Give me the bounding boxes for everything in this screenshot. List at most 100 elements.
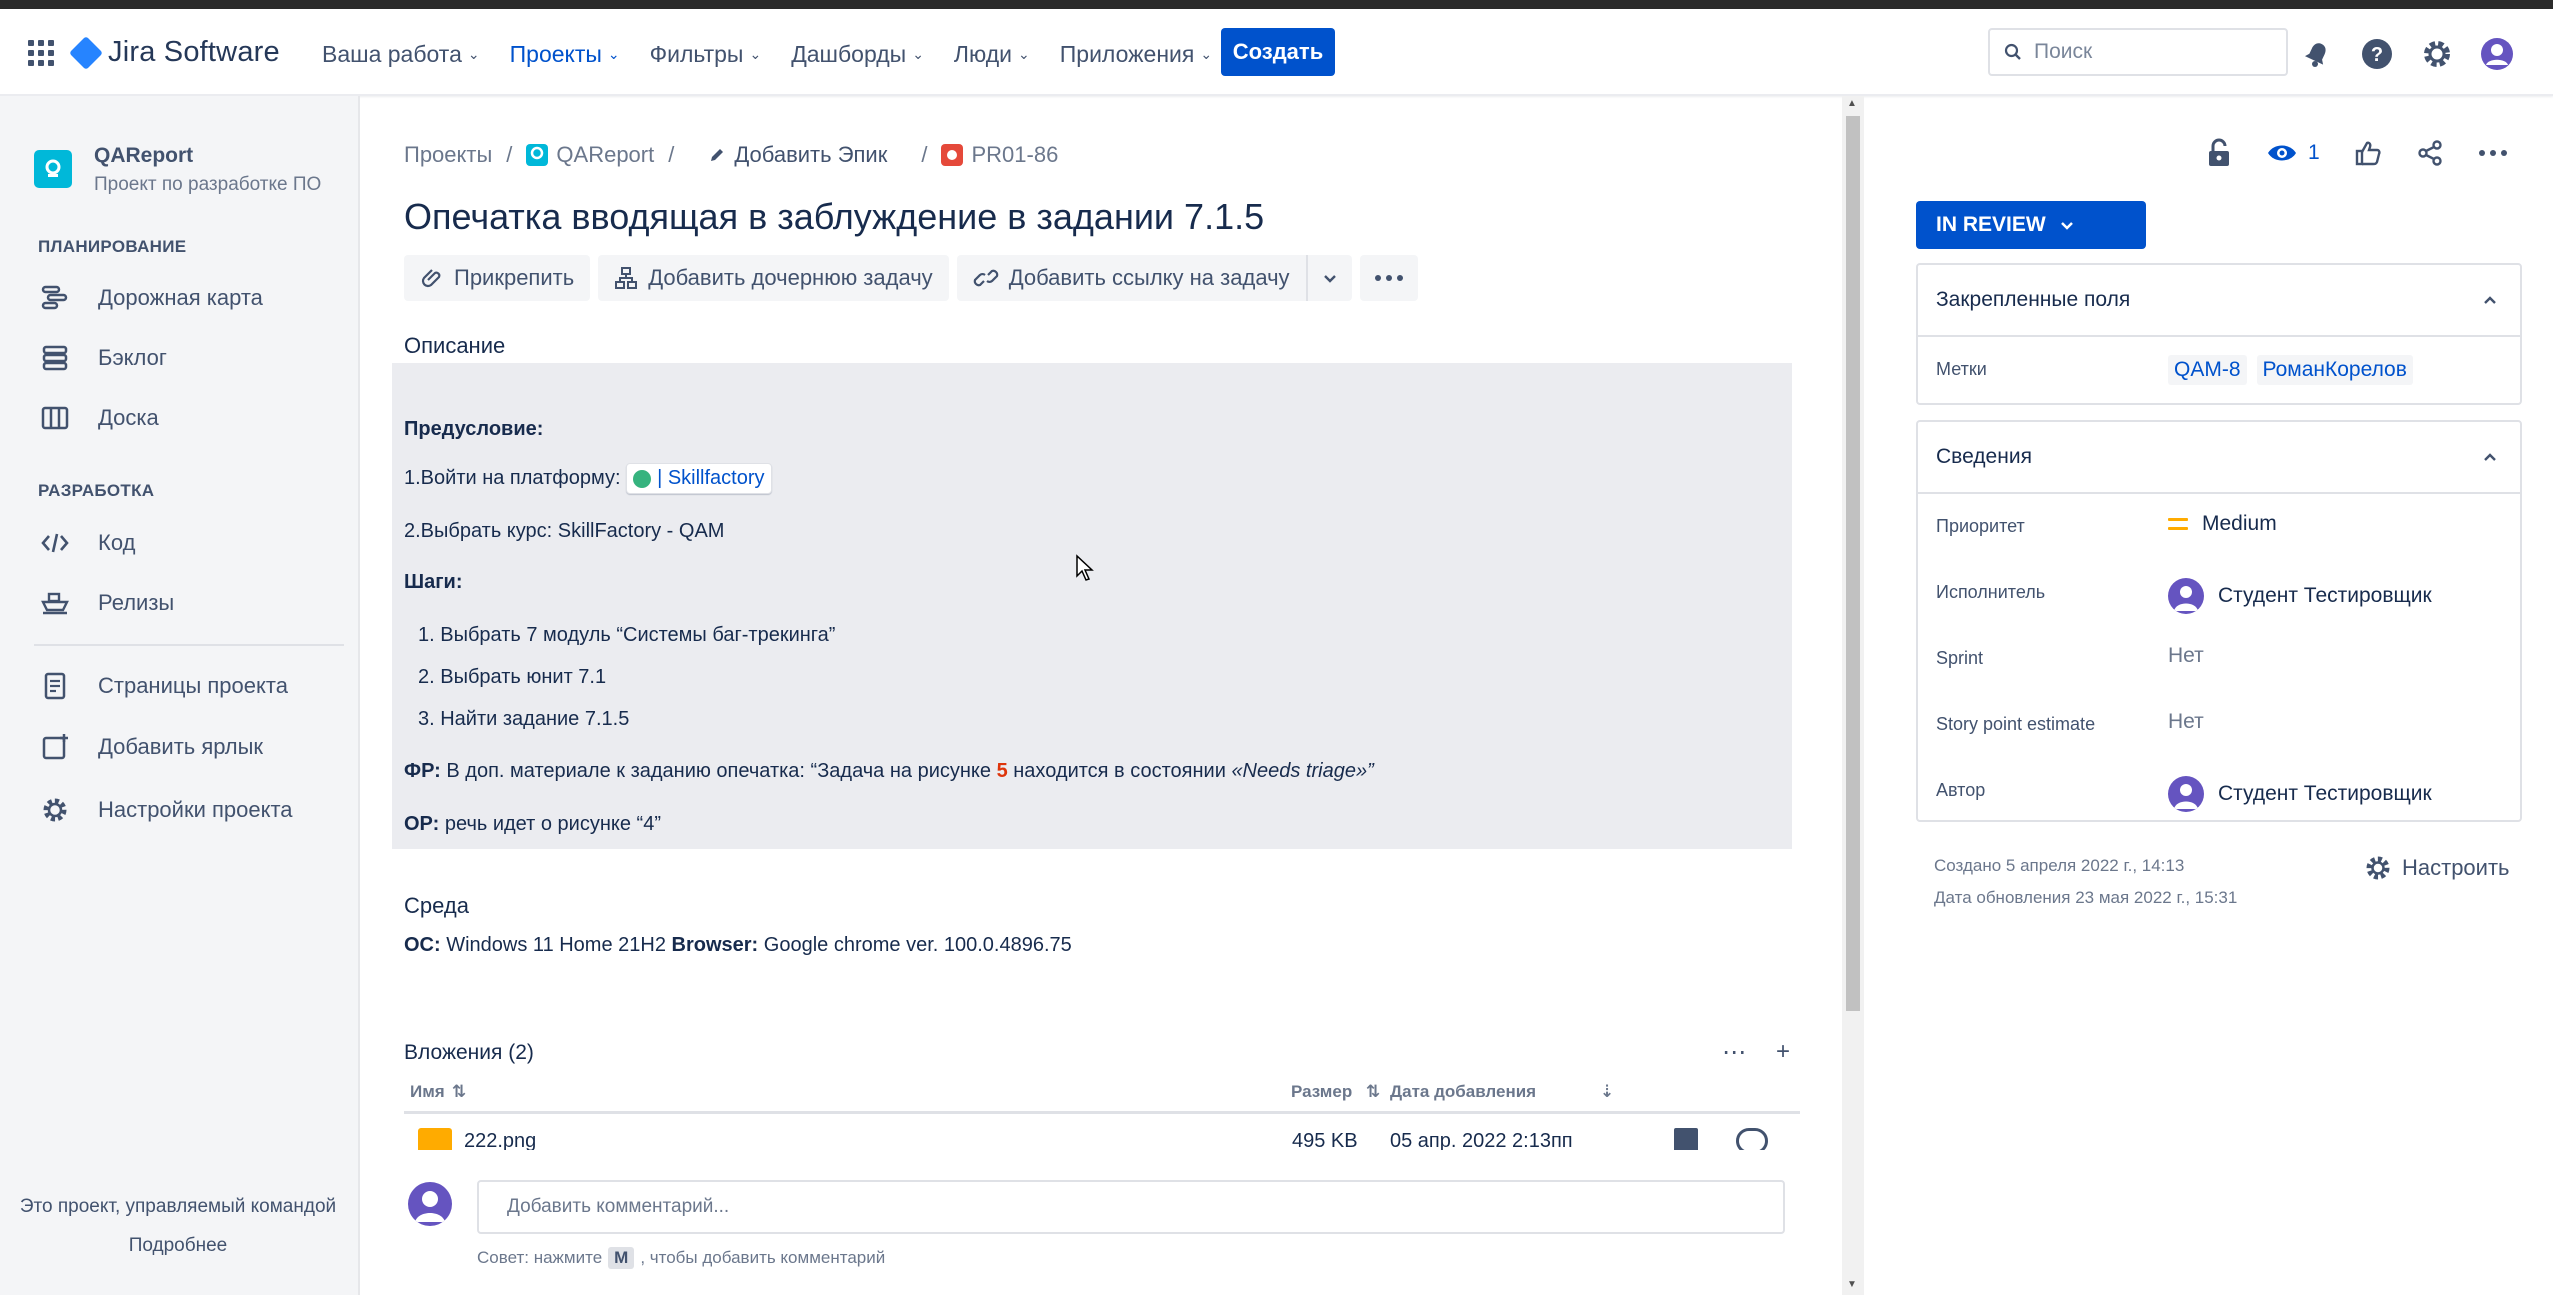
reporter-value[interactable]: Студент Тестировщик xyxy=(2168,776,2432,812)
table-row[interactable]: 222.png 495 KB 05 апр. 2022 2:13пп xyxy=(404,1126,1800,1150)
project-sidebar: QAReport Проект по разработке ПО ПЛАНИРО… xyxy=(0,96,360,1295)
assignee-label: Исполнитель xyxy=(1936,582,2046,602)
sidebar-item-roadmap[interactable]: Дорожная карта xyxy=(38,281,263,315)
status-dropdown[interactable]: IN REVIEW xyxy=(1916,201,2146,249)
learn-more-link[interactable]: Подробнее xyxy=(0,1235,356,1257)
more-horizontal-icon[interactable]: ⋯ xyxy=(1722,1038,1746,1067)
breadcrumb-projects[interactable]: Проекты xyxy=(404,142,492,168)
details-panel: Сведения Приоритет Medium Исполнитель Ст… xyxy=(1916,420,2522,822)
profile-avatar-icon[interactable] xyxy=(2480,37,2514,71)
label-tag[interactable]: РоманКорелов xyxy=(2256,355,2413,385)
field-sprint: Sprint Нет xyxy=(1918,626,2520,692)
scroll-down-icon[interactable]: ▼ xyxy=(1847,1279,1857,1290)
comment-tip: Совет: нажмите M , чтобы добавить коммен… xyxy=(477,1247,885,1269)
thumbs-up-icon[interactable] xyxy=(2354,139,2382,167)
sidebar-item-label: Релизы xyxy=(98,590,175,615)
column-name[interactable]: Имя xyxy=(410,1082,445,1102)
nav-projects[interactable]: Проекты ⌄ xyxy=(510,31,634,78)
breadcrumb-add-epic[interactable]: Добавить Эпик xyxy=(708,142,887,168)
sidebar-item-label: Бэклог xyxy=(98,345,167,370)
sidebar-item-backlog[interactable]: Бэклог xyxy=(38,341,167,375)
sidebar-item-add-shortcut[interactable]: Добавить ярлык xyxy=(38,730,263,764)
nav-filters[interactable]: Фильтры ⌄ xyxy=(650,31,776,78)
details-title: Сведения xyxy=(1936,445,2032,468)
sidebar-item-code[interactable]: Код xyxy=(38,526,135,560)
pinned-fields-header[interactable]: Закрепленные поля xyxy=(1918,265,2520,337)
story-points-label: Story point estimate xyxy=(1936,714,2096,734)
attachment-name[interactable]: 222.png xyxy=(464,1130,536,1150)
app-switcher-icon[interactable] xyxy=(28,40,54,66)
label-tag[interactable]: QAM-8 xyxy=(2168,355,2247,385)
description-field[interactable]: Предусловие: 1.Войти на платформу: | Ski… xyxy=(392,363,1792,849)
list-item: 2. Выбрать юнит 7.1 xyxy=(418,666,607,688)
link-issue-button[interactable]: Добавить ссылку на задачу xyxy=(956,255,1306,301)
sidebar-item-project-pages[interactable]: Страницы проекта xyxy=(38,669,288,703)
scrollbar-thumb[interactable] xyxy=(1846,116,1860,1011)
nav-label: Проекты xyxy=(509,41,602,67)
main-scrollbar[interactable]: ▲ ▼ xyxy=(1842,96,1864,1295)
search-input[interactable] xyxy=(2034,40,2254,64)
breadcrumb-issue-key[interactable]: PR01-86 xyxy=(941,142,1058,168)
more-horizontal-icon[interactable] xyxy=(2478,149,2508,157)
lock-open-icon[interactable] xyxy=(2206,138,2232,168)
breadcrumb-project[interactable]: QAReport xyxy=(526,142,654,168)
board-icon xyxy=(38,401,72,435)
pencil-icon xyxy=(711,149,724,161)
watch-button[interactable]: 1 xyxy=(2266,141,2320,165)
details-header[interactable]: Сведения xyxy=(1918,422,2520,494)
sidebar-item-project-settings[interactable]: Настройки проекта xyxy=(38,793,293,827)
assignee-value[interactable]: Студент Тестировщик xyxy=(2168,578,2432,614)
add-comment-input[interactable]: Добавить комментарий... xyxy=(477,1180,1785,1234)
scroll-up-icon[interactable]: ▲ xyxy=(1847,98,1857,109)
priority-label: Приоритет xyxy=(1936,516,2025,536)
environment-heading: Среда xyxy=(404,893,469,918)
help-icon[interactable]: ? xyxy=(2360,37,2394,71)
create-button[interactable]: Создать xyxy=(1221,28,1335,76)
add-attachment-icon[interactable]: + xyxy=(1776,1038,1790,1067)
browser-top-strip xyxy=(0,0,2553,9)
nav-apps[interactable]: Приложения ⌄ xyxy=(1060,31,1226,78)
nav-dashboards[interactable]: Дашборды ⌄ xyxy=(791,31,938,78)
notifications-icon[interactable] xyxy=(2300,37,2334,71)
nav-label: Люди xyxy=(953,41,1013,67)
more-actions-button[interactable] xyxy=(1359,255,1418,301)
section-planning: ПЛАНИРОВАНИЕ xyxy=(38,237,187,256)
assignee-name: Студент Тестировщик xyxy=(2218,584,2432,607)
nav-your-work[interactable]: Ваша работа ⌄ xyxy=(322,31,494,78)
configure-button[interactable]: Настроить xyxy=(2364,854,2510,882)
mouse-cursor-icon xyxy=(1076,554,1094,581)
link-issue-dropdown[interactable] xyxy=(1305,255,1352,301)
chevron-down-icon xyxy=(1323,275,1336,283)
issue-title[interactable]: Опечатка вводящая в заблуждение в задани… xyxy=(404,196,1264,238)
priority-text: Medium xyxy=(2202,512,2277,535)
priority-value[interactable]: Medium xyxy=(2168,512,2277,536)
delete-icon[interactable] xyxy=(1674,1128,1698,1150)
nav-label: Приложения xyxy=(1059,41,1195,67)
story-points-value[interactable]: Нет xyxy=(2168,710,2204,734)
actual-result-line: ФР: В доп. материале к заданию опечатка:… xyxy=(404,760,1374,783)
sidebar-item-releases[interactable]: Релизы xyxy=(38,586,174,620)
hierarchy-icon xyxy=(615,267,638,289)
nav-people[interactable]: Люди ⌄ xyxy=(954,31,1044,78)
skillfactory-smart-link[interactable]: | Skillfactory xyxy=(626,463,772,494)
fr-text-2: находится в состоянии xyxy=(1013,760,1226,782)
share-icon[interactable] xyxy=(2416,139,2444,167)
add-child-issue-button[interactable]: Добавить дочернюю задачу xyxy=(598,255,949,301)
project-avatar-icon xyxy=(526,144,549,166)
download-cloud-icon[interactable] xyxy=(1736,1128,1768,1150)
gear-icon xyxy=(38,793,72,827)
project-header[interactable]: QAReport Проект по разработке ПО xyxy=(34,144,321,196)
search-box[interactable] xyxy=(1988,28,2288,76)
attach-button[interactable]: Прикрепить xyxy=(404,255,591,301)
sprint-value[interactable]: Нет xyxy=(2168,644,2204,668)
sidebar-item-board[interactable]: Доска xyxy=(38,401,159,435)
attachments-tools: ⋯ + xyxy=(1722,1038,1790,1067)
column-date-added[interactable]: Дата добавления xyxy=(1390,1082,1536,1102)
fr-italic: «Needs triage»” xyxy=(1231,760,1374,782)
settings-gear-icon[interactable] xyxy=(2420,37,2454,71)
steps-label: Шаги: xyxy=(404,571,463,593)
labels-value[interactable]: QAM-8 РоманКорелов xyxy=(2168,355,2413,385)
environment-field[interactable]: ОС: Windows 11 Home 21H2 Browser: Google… xyxy=(404,934,1072,957)
jira-logo[interactable]: Jira Software xyxy=(69,35,280,70)
column-size[interactable]: Размер xyxy=(1291,1082,1352,1102)
